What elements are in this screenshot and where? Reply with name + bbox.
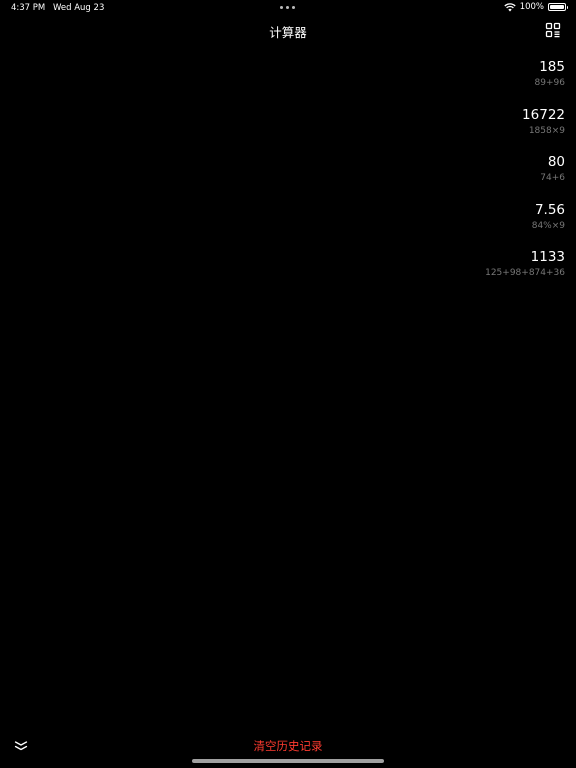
history-expression: 89+96 — [534, 78, 565, 88]
history-item[interactable]: 7.56 84%×9 — [265, 201, 565, 249]
history-result: 80 — [547, 154, 565, 170]
status-time: 4:37 PM — [11, 3, 46, 13]
home-indicator[interactable] — [192, 759, 384, 763]
history-item[interactable]: 185 89+96 — [265, 58, 565, 106]
status-bar: 4:37 PM Wed Aug 23 100% — [0, 0, 576, 16]
history-result: 1133 — [530, 249, 565, 265]
history-item[interactable]: 1133 125+98+874+36 — [265, 248, 565, 296]
battery-percent: 100% — [519, 2, 544, 12]
status-date: Wed Aug 23 — [53, 3, 105, 13]
history-result: 185 — [539, 59, 565, 75]
history-expression: 74+6 — [540, 173, 565, 183]
history-expression: 84%×9 — [531, 220, 565, 231]
history-item[interactable]: 16722 1858×9 — [265, 106, 565, 154]
battery-icon — [548, 3, 568, 11]
history-result: 7.56 — [534, 201, 565, 218]
wifi-icon — [504, 2, 516, 11]
history-expression: 125+98+874+36 — [485, 268, 565, 278]
status-right: 100% — [504, 2, 568, 12]
qr-code-icon[interactable] — [545, 22, 561, 38]
multitasking-dots-icon[interactable] — [280, 6, 295, 9]
history-list: 185 89+96 16722 1858×9 80 74+6 7.56 84%×… — [265, 58, 565, 296]
page-title: 计算器 — [269, 25, 307, 40]
history-result: 16722 — [522, 106, 565, 123]
clear-history-button[interactable]: 清空历史记录 — [0, 738, 576, 754]
history-item[interactable]: 80 74+6 — [265, 153, 565, 201]
history-expression: 1858×9 — [528, 125, 565, 136]
